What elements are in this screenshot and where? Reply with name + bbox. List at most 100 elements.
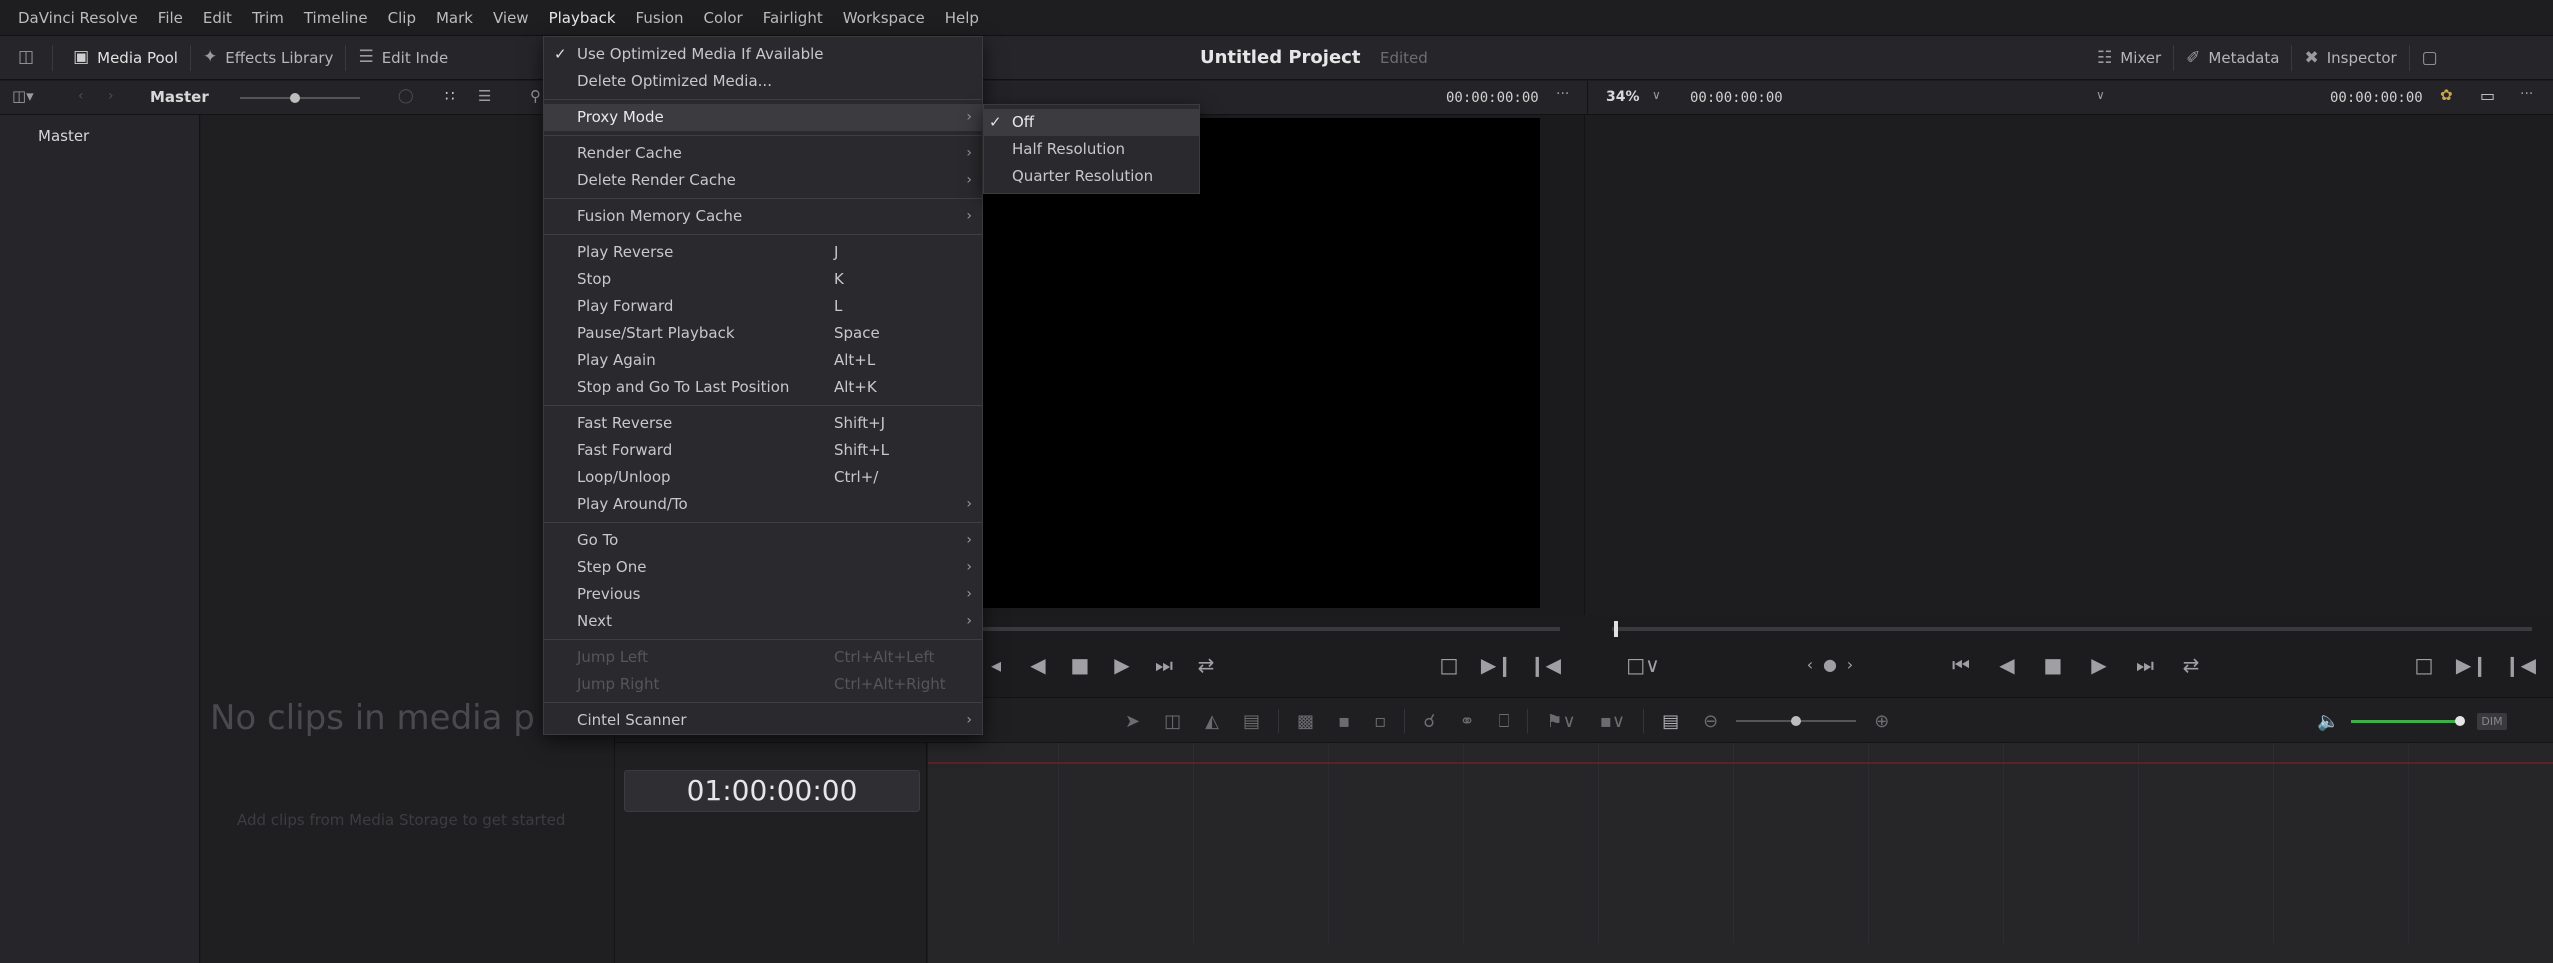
search-mode-icon[interactable]: ◯ [398, 89, 414, 103]
loop-icon[interactable]: ⇄ [1185, 653, 1227, 677]
mark-in-icon[interactable]: ▶❙ [2448, 653, 2496, 677]
zoom-in-icon[interactable]: ⊕ [1874, 711, 1889, 732]
color-wheel-icon[interactable]: ✿ [2440, 88, 2453, 103]
viewer-mode-icon[interactable]: ▭ [2480, 88, 2495, 104]
play-icon[interactable]: ▶ [1101, 653, 1143, 677]
menu-item-fusion-memory-cache[interactable]: Fusion Memory Cache › [544, 203, 982, 230]
jump-to-end-icon[interactable]: ⏭ [2122, 653, 2168, 677]
grid-view-icon[interactable]: ∷ [445, 89, 455, 104]
play-reverse-icon[interactable]: ◀ [1984, 653, 2030, 677]
menu-item-previous[interactable]: Previous › [544, 581, 982, 608]
menu-item-fast-forward[interactable]: Fast Forward Shift+L [544, 437, 982, 464]
menu-item-go-to[interactable]: Go To › [544, 527, 982, 554]
media-pool-button[interactable]: ▣ Media Pool [53, 36, 190, 80]
program-options-icon[interactable]: ··· [2520, 87, 2533, 101]
mark-in-icon[interactable]: ▶❙ [1473, 653, 1521, 677]
menu-fusion[interactable]: Fusion [626, 0, 694, 36]
timeline-tracks-area[interactable] [928, 743, 2553, 963]
thumbnail-size-slider[interactable] [240, 93, 360, 103]
zoom-dropdown-chevron-icon[interactable]: ∨ [1652, 89, 1661, 101]
menu-trim[interactable]: Trim [242, 0, 294, 36]
menu-item-proxy-mode[interactable]: Proxy Mode › [544, 104, 982, 131]
program-playhead[interactable] [1614, 621, 1618, 637]
snapping-icon[interactable]: ☌ [1423, 711, 1435, 732]
match-frame-icon[interactable]: □ [1425, 653, 1473, 677]
zoom-slider-handle[interactable] [1791, 716, 1802, 726]
previous-clip-icon[interactable]: ‹ [1800, 655, 1820, 674]
selection-tool-icon[interactable]: ➤ [1125, 711, 1140, 732]
menu-item-delete-optimized-media[interactable]: Delete Optimized Media... [544, 68, 982, 95]
menu-playback[interactable]: Playback [539, 0, 626, 36]
effects-library-button[interactable]: ✦ Effects Library [191, 36, 345, 80]
transform-icon[interactable]: □∨ [1615, 653, 1671, 677]
flag-icon[interactable]: ⚑∨ [1546, 711, 1575, 732]
search-icon[interactable]: ⚲ [530, 89, 541, 104]
forward-arrow-icon[interactable]: › [108, 89, 114, 103]
link-icon[interactable]: ⚭ [1459, 711, 1474, 732]
menu-item-stop[interactable]: Stop K [544, 266, 982, 293]
timeline-timecode[interactable]: 01:00:00:00 [624, 770, 920, 812]
dynamic-trim-icon[interactable]: ◭ [1205, 711, 1219, 732]
source-scrubber[interactable] [970, 627, 1560, 631]
menu-view[interactable]: View [483, 0, 539, 36]
stop-icon[interactable]: ■ [1059, 653, 1101, 677]
menu-file[interactable]: File [148, 0, 193, 36]
back-arrow-icon[interactable]: ‹ [78, 89, 84, 103]
play-icon[interactable]: ▶ [2076, 653, 2122, 677]
inspector-button[interactable]: ✖ Inspector [2292, 36, 2408, 80]
menu-item-cintel-scanner[interactable]: Cintel Scanner › [544, 707, 982, 734]
proxy-option-off[interactable]: ✓ Off [984, 109, 1199, 136]
zoom-level[interactable]: 34% [1606, 89, 1640, 105]
timeline-dropdown-chevron-icon[interactable]: ∨ [2096, 89, 2105, 101]
menu-timeline[interactable]: Timeline [294, 0, 378, 36]
menu-fairlight[interactable]: Fairlight [753, 0, 833, 36]
menu-item-step-one[interactable]: Step One › [544, 554, 982, 581]
play-reverse-icon[interactable]: ◀ [1017, 653, 1059, 677]
loop-icon[interactable]: ⇄ [2168, 653, 2214, 677]
panel-toggle-button[interactable]: ▢ [2410, 36, 2450, 80]
menu-clip[interactable]: Clip [378, 0, 426, 36]
menu-item-stop-and-go-to-last-position[interactable]: Stop and Go To Last Position Alt+K [544, 374, 982, 401]
menu-item-play-forward[interactable]: Play Forward L [544, 293, 982, 320]
menu-davinci-resolve[interactable]: DaVinci Resolve [8, 0, 148, 36]
replace-clip-icon[interactable]: ▫ [1374, 711, 1386, 732]
menu-item-play-again[interactable]: Play Again Alt+L [544, 347, 982, 374]
insert-clip-icon[interactable]: ▩ [1297, 711, 1314, 732]
volume-slider[interactable] [2351, 715, 2466, 726]
menu-item-use-optimized-media-if-available[interactable]: ✓ Use Optimized Media If Available [544, 41, 982, 68]
jump-to-end-icon[interactable]: ⏭ [1143, 653, 1185, 677]
program-viewer[interactable] [1586, 115, 2553, 615]
marker-icon[interactable]: ▪∨ [1600, 711, 1625, 732]
menu-item-delete-render-cache[interactable]: Delete Render Cache › [544, 167, 982, 194]
workspace-toggle-button[interactable]: ◫ [0, 36, 52, 80]
match-frame-icon[interactable]: □ [2400, 653, 2448, 677]
menu-workspace[interactable]: Workspace [833, 0, 935, 36]
metadata-button[interactable]: ✐ Metadata [2174, 36, 2291, 80]
slider-handle[interactable] [290, 93, 300, 103]
edit-index-button[interactable]: ☰ Edit Inde [346, 36, 460, 80]
jump-to-start-icon[interactable]: ⏮ [1938, 653, 1984, 677]
menu-item-fast-reverse[interactable]: Fast Reverse Shift+J [544, 410, 982, 437]
menu-item-next[interactable]: Next › [544, 608, 982, 635]
menu-mark[interactable]: Mark [426, 0, 483, 36]
lock-icon[interactable]: ⎕ [1499, 711, 1510, 732]
next-clip-icon[interactable]: › [1840, 655, 1860, 674]
stop-icon[interactable]: ■ [2030, 653, 2076, 677]
blade-tool-icon[interactable]: ▤ [1243, 711, 1260, 732]
timeline-view-icon[interactable]: ▤ [1662, 711, 1679, 732]
clip-marker-icon[interactable]: ● [1820, 655, 1840, 674]
overwrite-clip-icon[interactable]: ▪ [1338, 711, 1350, 732]
trim-tool-icon[interactable]: ◫ [1164, 711, 1181, 732]
menu-color[interactable]: Color [694, 0, 753, 36]
volume-icon[interactable]: 🔈 [2317, 711, 2339, 732]
menu-item-render-cache[interactable]: Render Cache › [544, 140, 982, 167]
menu-item-loop-unloop[interactable]: Loop/Unloop Ctrl+/ [544, 464, 982, 491]
proxy-option-quarter-resolution[interactable]: Quarter Resolution [984, 163, 1199, 190]
bin-item-master[interactable]: Master [0, 115, 199, 145]
mixer-button[interactable]: ☷ Mixer [2085, 36, 2173, 80]
timeline-zoom-slider[interactable] [1736, 716, 1857, 726]
sidebar-toggle-icon[interactable]: ◫▾ [12, 89, 34, 104]
volume-slider-handle[interactable] [2455, 715, 2466, 726]
menu-help[interactable]: Help [935, 0, 989, 36]
list-view-icon[interactable]: ☰ [478, 89, 491, 104]
